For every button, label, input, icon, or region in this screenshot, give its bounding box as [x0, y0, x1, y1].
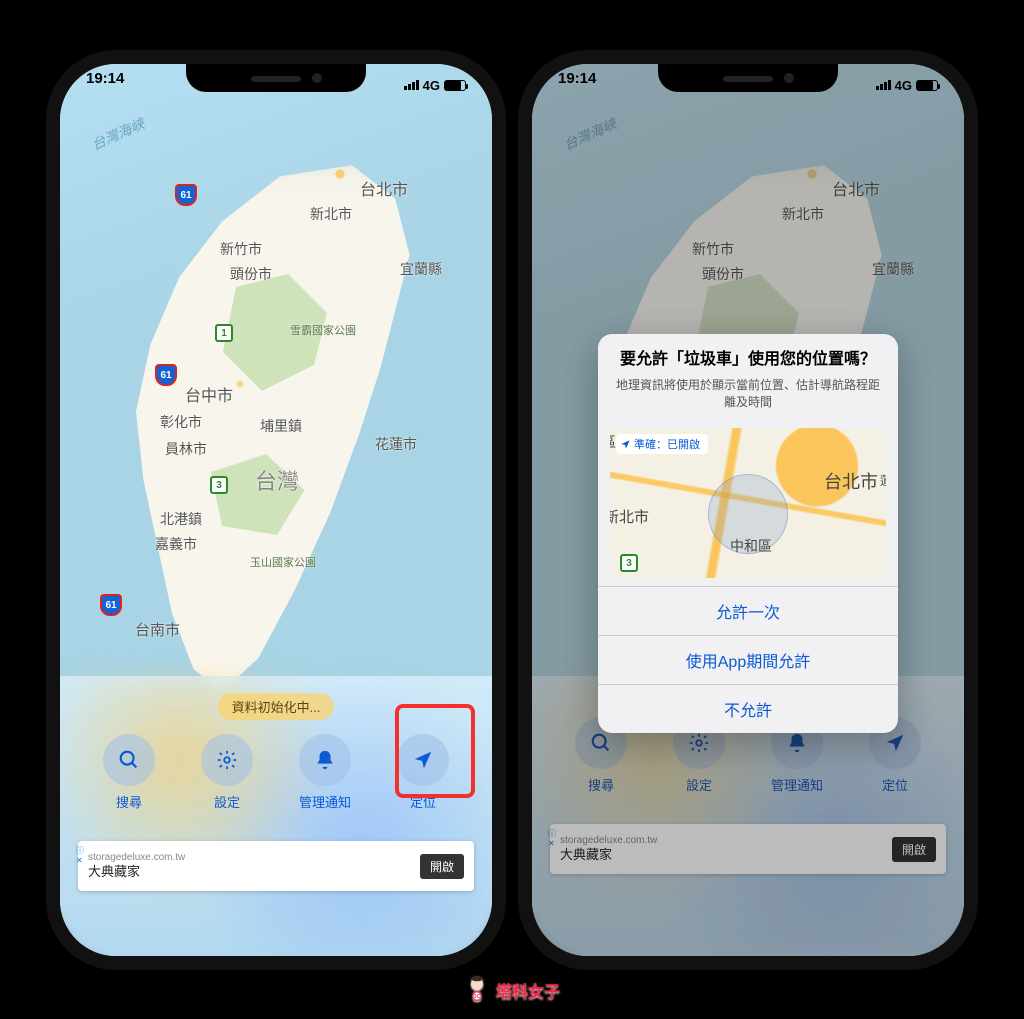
mini-zhonghe: 中和區 — [730, 536, 772, 556]
phone-right: 19:14 4G 台灣海峽 台北市 新北市 新竹市 頭份市 宜蘭縣 台中市 台南… — [518, 50, 978, 970]
battery-icon — [916, 80, 938, 91]
network-label: 4G — [423, 78, 440, 93]
allow-once-button[interactable]: 允許一次 — [598, 586, 898, 635]
deny-button[interactable]: 不允許 — [598, 684, 898, 733]
route-3: 3 — [210, 476, 228, 494]
watermark: 3C 塔科女子 — [464, 975, 560, 1005]
allow-while-using-button[interactable]: 使用App期間允許 — [598, 635, 898, 684]
screen: 19:14 4G 台灣海峽 台北市 新北市 新竹市 頭份市 宜蘭縣 台中市 彰化… — [60, 64, 492, 956]
label-changhua: 彰化市 — [160, 412, 202, 432]
shield-61c: 61 — [100, 594, 122, 616]
battery-icon — [444, 80, 466, 91]
shield-61b: 61 — [155, 364, 177, 386]
locate-icon — [397, 734, 449, 786]
tab-search[interactable]: 搜尋 — [103, 734, 155, 811]
signal-icon — [876, 80, 891, 90]
alert-title: 要允許「垃圾車」使用您的位置嗎？ — [616, 350, 880, 371]
tab-settings-label: 設定 — [214, 792, 240, 811]
gear-icon — [201, 734, 253, 786]
signal-icon — [404, 80, 419, 90]
tab-notify-label: 管理通知 — [299, 792, 351, 811]
mini-taipei: 台北市 — [824, 468, 878, 494]
label-yilan: 宜蘭縣 — [400, 259, 442, 279]
label-puli: 埔里鎮 — [260, 416, 302, 436]
label-newtaipei: 新北市 — [310, 204, 352, 224]
ad-badge-icon: ⓘ✕ — [76, 845, 84, 865]
label-toufen: 頭份市 — [230, 264, 272, 284]
shield-61a: 61 — [175, 184, 197, 206]
tabs: 搜尋 設定 管理通知 — [60, 728, 492, 821]
label-hsinchu: 新竹市 — [220, 239, 262, 259]
bottom-sheet: 資料初始化中... 搜尋 設定 — [60, 676, 492, 956]
label-tainan: 台南市 — [135, 619, 180, 640]
label-hualien: 花蓮市 — [375, 434, 417, 454]
label-yuanlin: 員林市 — [165, 439, 207, 459]
ad-url: storagedeluxe.com.tw — [88, 852, 185, 864]
status-time: 19:14 — [558, 70, 596, 100]
network-label: 4G — [895, 78, 912, 93]
label-xueba: 雪霸國家公園 — [290, 322, 356, 338]
init-status: 資料初始化中... — [218, 693, 335, 720]
alert-map-preview[interactable]: 準確：已開啟 區 台北市 蓮市 新北市 中和區 3 — [610, 428, 886, 578]
tab-settings[interactable]: 設定 — [201, 734, 253, 811]
svg-text:3C: 3C — [474, 994, 481, 1000]
watermark-icon: 3C — [464, 975, 490, 1005]
notch — [186, 64, 366, 92]
label-chiayi: 嘉義市 — [155, 534, 197, 554]
mini-newtaipei: 新北市 — [610, 506, 649, 527]
mini-qu: 區 — [610, 432, 616, 452]
location-permission-alert: 要允許「垃圾車」使用您的位置嗎？ 地理資訊將使用於顯示當前位置、估計導航路程距離… — [598, 334, 898, 733]
search-icon — [103, 734, 155, 786]
watermark-text: 塔科女子 — [496, 978, 560, 1002]
notch — [658, 64, 838, 92]
label-taiwan: 台灣 — [255, 464, 299, 496]
tab-locate-label: 定位 — [410, 792, 436, 811]
phone-left: 19:14 4G 台灣海峽 台北市 新北市 新竹市 頭份市 宜蘭縣 台中市 彰化… — [46, 50, 506, 970]
ad-open-button[interactable]: 開啟 — [420, 854, 464, 879]
status-right: 4G — [876, 70, 938, 100]
alert-subtitle: 地理資訊將使用於顯示當前位置、估計導航路程距離及時間 — [616, 377, 880, 411]
label-yushan: 玉山國家公園 — [250, 554, 316, 570]
label-taipei: 台北市 — [360, 176, 408, 200]
status-right: 4G — [404, 70, 466, 100]
ad-banner[interactable]: ⓘ✕ storagedeluxe.com.tw 大典藏家 開啟 — [78, 841, 474, 891]
label-beigang: 北港鎮 — [160, 509, 202, 529]
status-time: 19:14 — [86, 70, 124, 100]
label-taichung: 台中市 — [185, 382, 233, 406]
precision-toggle[interactable]: 準確：已開啟 — [616, 434, 708, 454]
tab-locate[interactable]: 定位 — [397, 734, 449, 811]
ad-text: storagedeluxe.com.tw 大典藏家 — [88, 852, 185, 880]
route-1: 1 — [215, 324, 233, 342]
mini-route-3: 3 — [620, 554, 638, 572]
ad-title: 大典藏家 — [88, 864, 185, 880]
tab-search-label: 搜尋 — [116, 792, 142, 811]
bell-icon — [299, 734, 351, 786]
tab-notify[interactable]: 管理通知 — [299, 734, 351, 811]
alert-header: 要允許「垃圾車」使用您的位置嗎？ 地理資訊將使用於顯示當前位置、估計導航路程距離… — [598, 334, 898, 420]
mini-lian: 蓮市 — [880, 472, 886, 489]
precision-label: 準確：已開啟 — [634, 436, 700, 452]
screen: 19:14 4G 台灣海峽 台北市 新北市 新竹市 頭份市 宜蘭縣 台中市 台南… — [532, 64, 964, 956]
